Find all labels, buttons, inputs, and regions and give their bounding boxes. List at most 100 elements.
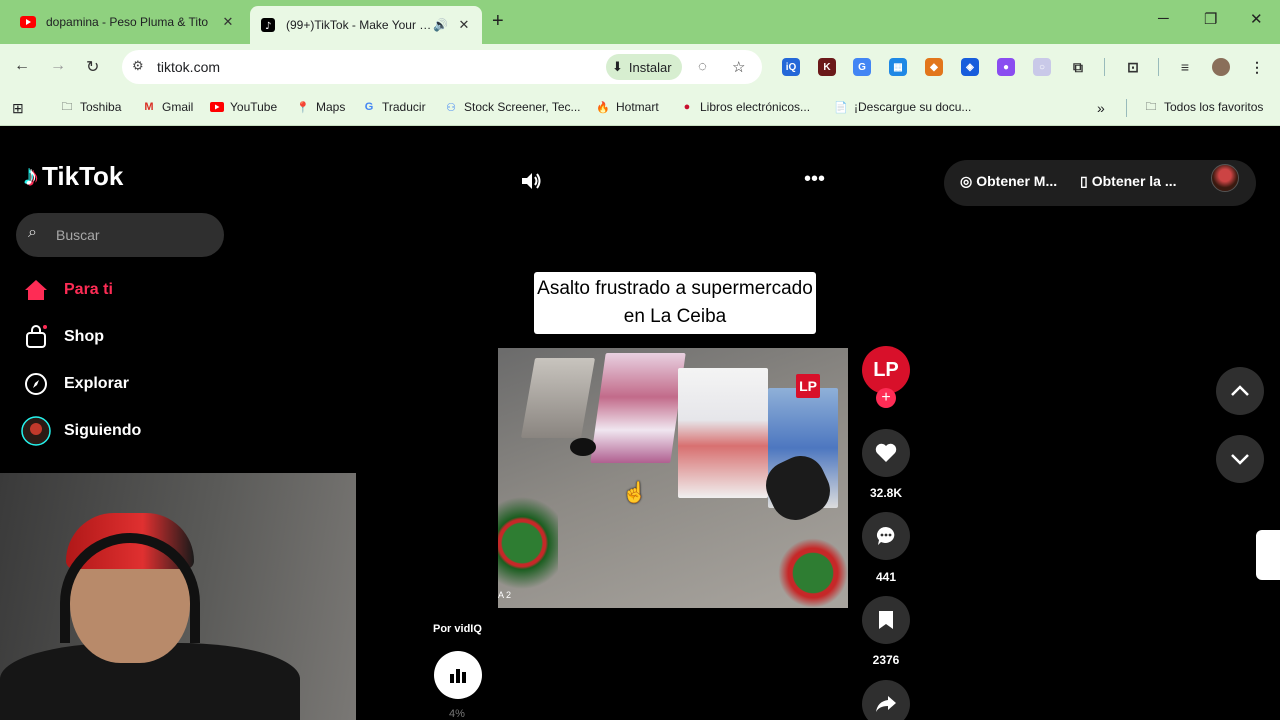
bookmark-label: Gmail [162, 100, 194, 114]
next-video-button[interactable] [1216, 435, 1264, 483]
like-button[interactable] [862, 429, 910, 477]
get-coins-button[interactable]: ◎ Obtener M... [960, 173, 1057, 190]
tab-title: (99+)TikTok - Make Your Da [286, 18, 434, 32]
bookmark-gmail[interactable]: M Gmail [142, 100, 193, 114]
search-box[interactable]: ⌕ [16, 213, 224, 257]
comment-count: 441 [875, 570, 897, 584]
nav-explorar[interactable]: Explorar [20, 368, 129, 400]
bookmark-toshiba[interactable]: 🗀 Toshiba [60, 100, 122, 114]
more-options-icon[interactable]: ••• [804, 168, 825, 191]
creator-avatar[interactable]: LP [862, 346, 910, 394]
apps-grid-icon[interactable]: ⊞ [12, 100, 24, 117]
user-avatar[interactable] [1211, 164, 1239, 192]
all-bookmarks-button[interactable]: 🗀 Todos los favoritos [1144, 100, 1264, 114]
menu-kebab-icon[interactable]: ⋮ [1248, 58, 1266, 76]
phone-icon: ▯ [1080, 173, 1088, 189]
youtube-icon [20, 14, 36, 30]
home-icon [20, 274, 52, 306]
bookmark-star-icon[interactable]: ☆ [732, 58, 745, 76]
side-panel-tab[interactable] [1256, 530, 1280, 580]
url-text[interactable]: tiktok.com [157, 59, 220, 75]
bookmark-traducir[interactable]: G Traducir [362, 100, 426, 114]
bookmark-maps[interactable]: 📍 Maps [296, 100, 345, 114]
nav-shop[interactable]: Shop [20, 321, 104, 353]
toolbar-divider [1158, 58, 1159, 76]
extension-k-icon[interactable]: K [818, 58, 836, 76]
restore-button[interactable]: ❐ [1204, 10, 1217, 28]
bookmarks-overflow-button[interactable]: » [1097, 100, 1105, 116]
tiktok-note-icon: ♪ [24, 160, 38, 191]
comment-button[interactable] [862, 512, 910, 560]
heart-icon [875, 443, 897, 462]
toolbar-divider [1104, 58, 1105, 76]
back-button[interactable]: ← [14, 57, 30, 75]
comment-icon [877, 527, 895, 545]
coin-icon: ◎ [960, 173, 973, 189]
extension-bitwarden-icon[interactable]: ◈ [961, 58, 979, 76]
bookmark-youtube[interactable]: YouTube [210, 100, 277, 114]
video-tree [498, 488, 558, 598]
tiktok-logo[interactable]: ♪ TikTok [24, 160, 123, 192]
forward-button[interactable]: → [50, 57, 66, 75]
reload-button[interactable]: ↻ [86, 57, 99, 77]
chevron-down-icon [1231, 454, 1249, 465]
lp-watermark: LP [796, 374, 820, 398]
nav-label: Shop [64, 328, 104, 345]
like-count: 32.8K [869, 486, 903, 500]
tiktok-icon: ♪ [260, 17, 276, 33]
video-player[interactable]: LP A 2 [498, 348, 848, 608]
bookmark-libros[interactable]: ● Libros electrónicos... [680, 100, 810, 114]
speaker-icon[interactable]: 🔊 [433, 18, 448, 32]
vidiq-stats-button[interactable] [434, 651, 482, 699]
volume-icon[interactable] [520, 170, 542, 198]
minimize-button[interactable]: ─ [1158, 10, 1169, 27]
tab-search-icon[interactable]: ⊡ [1124, 58, 1142, 76]
extension-translate-icon[interactable]: G [853, 58, 871, 76]
gmail-icon: M [144, 101, 154, 113]
video-dog [570, 438, 596, 456]
profile-avatar[interactable] [1212, 58, 1230, 76]
close-window-button[interactable]: ✕ [1250, 10, 1263, 28]
address-bar[interactable]: ⚙ tiktok.com ⬇ Instalar ◌ ☆ [122, 50, 762, 84]
extensions-puzzle-icon[interactable]: ⧉ [1069, 58, 1087, 76]
video-shelf [678, 368, 768, 498]
site-info-icon[interactable]: ⚙ [132, 58, 144, 74]
hand-cursor-icon: ☝ [622, 482, 647, 504]
tab-close-icon[interactable]: ✕ [456, 17, 472, 33]
camera-label: A 2 [498, 590, 512, 600]
install-icon: ⬇ [612, 59, 623, 74]
extension-iq-icon[interactable]: iQ [782, 58, 800, 76]
bookmark-descargue[interactable]: 📄 ¡Descargue su docu... [834, 100, 971, 114]
tab-youtube[interactable]: dopamina - Peso Pluma & Tito ✕ [10, 6, 246, 38]
follow-plus-icon[interactable]: + [876, 388, 896, 408]
install-app-button[interactable]: ⬇ Instalar [606, 54, 682, 80]
extension-grid-icon[interactable]: ▦ [889, 58, 907, 76]
search-input[interactable] [56, 223, 206, 247]
nav-label: Siguiendo [64, 422, 142, 439]
get-app-button[interactable]: ▯ Obtener la ... [1080, 173, 1177, 190]
tab-tiktok[interactable]: ♪ (99+)TikTok - Make Your Da 🔊 ✕ [250, 6, 482, 44]
folder-icon: 🗀 [61, 100, 73, 113]
extension-drop-icon[interactable]: ● [997, 58, 1015, 76]
folder-icon: 🗀 [1145, 100, 1157, 113]
save-button[interactable] [862, 596, 910, 644]
extension-metamask-icon[interactable]: ◆ [925, 58, 943, 76]
tab-close-icon[interactable]: ✕ [220, 14, 236, 30]
bookmark-label: Maps [316, 100, 346, 114]
stock-icon: ⚇ [446, 101, 456, 114]
extension-cloud-icon[interactable]: ○ [1033, 58, 1051, 76]
previous-video-button[interactable] [1216, 367, 1264, 415]
chevron-up-icon [1231, 385, 1249, 396]
bookmark-label: Libros electrónicos... [700, 100, 811, 114]
vidiq-percent: 4% [449, 708, 465, 720]
bookmark-stock-screener[interactable]: ⚇ Stock Screener, Tec... [444, 100, 580, 114]
media-controls-icon[interactable]: ≡ [1176, 58, 1194, 76]
share-button[interactable] [862, 680, 910, 720]
nav-para-ti[interactable]: Para ti [20, 274, 113, 306]
new-tab-button[interactable]: + [492, 10, 504, 33]
bookmark-label: YouTube [230, 100, 278, 114]
eye-off-icon[interactable]: ◌ [698, 58, 707, 75]
nav-siguiendo[interactable]: Siguiendo [20, 415, 141, 447]
hotmart-icon: 🔥 [596, 101, 610, 114]
bookmark-hotmart[interactable]: 🔥 Hotmart [596, 100, 659, 114]
